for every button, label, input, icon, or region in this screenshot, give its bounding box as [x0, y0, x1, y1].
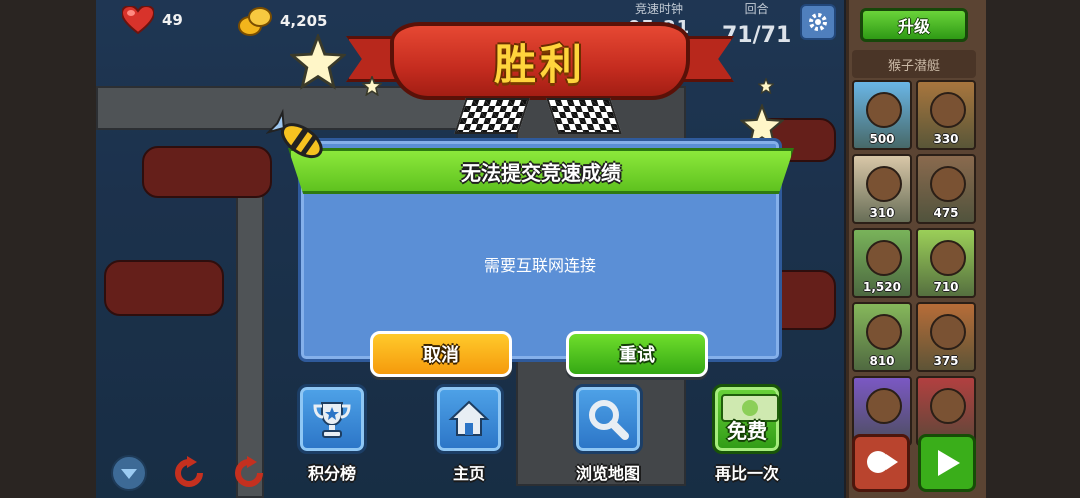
monkey-portrait-icon — [866, 92, 902, 128]
replay-label: 再比一次 — [714, 464, 779, 483]
tower-price: 1,520 — [863, 280, 901, 294]
gear-icon — [809, 13, 827, 31]
dialog-title: 无法提交竞速成绩 — [461, 160, 621, 185]
star-icon — [362, 76, 382, 96]
retry-button-label: 重试 — [619, 345, 655, 366]
free-badge: 免费 — [727, 418, 767, 443]
leaderboard-label: 积分榜 — [307, 464, 356, 483]
tower-card[interactable]: 375 — [916, 302, 976, 372]
fast-forward-button[interactable] — [852, 434, 910, 492]
banner-ribbon: 胜利 — [390, 22, 690, 100]
browse-maps-label: 浏览地图 — [575, 464, 640, 483]
monkey-portrait-icon — [930, 92, 966, 128]
tower-price: 475 — [933, 206, 959, 220]
checkered-flag — [454, 98, 530, 134]
heart-icon — [122, 6, 154, 34]
retry-button[interactable]: 重试 — [566, 331, 708, 377]
play-button[interactable] — [918, 434, 976, 492]
lives-value: 49 — [162, 11, 183, 29]
tower-card[interactable]: 310 — [852, 154, 912, 224]
home-tile[interactable] — [434, 384, 504, 454]
tower-card[interactable]: 475 — [916, 154, 976, 224]
coins-icon — [238, 7, 272, 36]
right-letterbox — [986, 0, 1080, 498]
home-button[interactable]: 主页 — [424, 384, 514, 484]
refresh-icon[interactable] — [230, 454, 268, 492]
star-icon — [290, 34, 346, 90]
browse-maps-tile[interactable] — [573, 384, 643, 454]
trophy-icon — [313, 402, 351, 438]
tower-price: 330 — [933, 132, 959, 146]
tower-price: 710 — [933, 280, 959, 294]
play-icon — [938, 450, 960, 476]
cancel-button[interactable]: 取消 — [370, 331, 512, 377]
leaderboard-tile[interactable] — [297, 384, 367, 454]
settings-button[interactable] — [800, 4, 836, 40]
browse-maps-button[interactable]: 浏览地图 — [563, 384, 653, 484]
replay-button[interactable]: 免费 再比一次 — [702, 384, 792, 484]
cancel-button-label: 取消 — [423, 345, 459, 366]
monkey-portrait-icon — [866, 388, 902, 424]
tower-card[interactable]: 710 — [916, 228, 976, 298]
monkey-portrait-icon — [866, 240, 902, 276]
magnifier-icon — [589, 400, 629, 440]
tower-price: 310 — [869, 206, 895, 220]
tower-card[interactable]: 500 — [852, 80, 912, 150]
monkey-portrait-icon — [866, 166, 902, 202]
tower-card[interactable]: 330 — [916, 80, 976, 150]
upgrade-label: 升级 — [897, 17, 930, 36]
monkey-portrait-icon — [930, 240, 966, 276]
checkered-flag — [546, 98, 622, 134]
replay-tile[interactable]: 免费 — [712, 384, 782, 454]
tower-card[interactable]: 1,520 — [852, 228, 912, 298]
cash-counter: 4,205 — [238, 6, 327, 36]
tower-card[interactable]: 810 — [852, 302, 912, 372]
left-letterbox — [0, 0, 96, 498]
dialog-header: 无法提交竞速成绩 — [288, 148, 794, 194]
monkey-portrait-icon — [930, 314, 966, 350]
lives-counter: 49 — [122, 6, 183, 34]
selected-tower-name: 猴子潜艇 — [852, 50, 976, 78]
monkey-portrait-icon — [930, 166, 966, 202]
star-icon — [758, 78, 774, 94]
victory-title: 胜利 — [493, 39, 586, 89]
bottom-left-controls — [110, 454, 268, 492]
leaderboard-button[interactable]: 积分榜 — [287, 384, 377, 484]
game-screen: 49 4,205 竞速时钟 05:21 回合 71/71 胜利 — [0, 0, 1080, 498]
rocket-icon — [266, 108, 323, 159]
tower-price: 500 — [869, 132, 895, 146]
home-icon — [448, 400, 490, 436]
monkey-portrait-icon — [866, 314, 902, 350]
refresh-icon[interactable] — [170, 454, 208, 492]
victory-banner: 胜利 — [346, 8, 734, 118]
dialog-message: 需要互联网连接 — [483, 256, 596, 275]
fast-forward-icon — [867, 451, 898, 473]
home-label: 主页 — [452, 464, 485, 483]
monkey-portrait-icon — [930, 388, 966, 424]
tower-price: 375 — [933, 354, 959, 368]
upgrade-button[interactable]: 升级 — [860, 8, 968, 42]
tower-price: 810 — [869, 354, 895, 368]
dropdown-arrow-icon[interactable] — [110, 454, 148, 492]
cash-value: 4,205 — [280, 12, 328, 30]
